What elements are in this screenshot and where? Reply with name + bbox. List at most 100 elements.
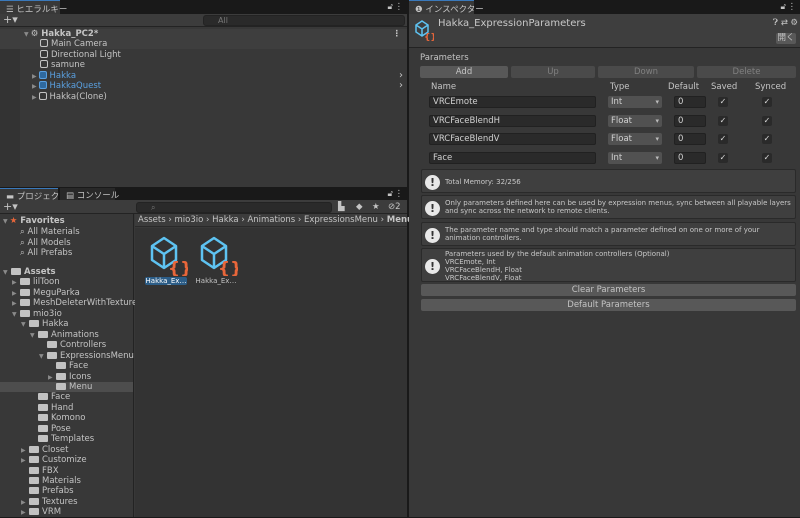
more-icon[interactable]: ⋮ — [395, 189, 404, 199]
scene-menu-icon[interactable]: ⋮ — [393, 29, 402, 39]
param-name-input[interactable]: Face — [429, 151, 596, 164]
lock-icon[interactable]: 🔓︎ — [780, 2, 786, 12]
chevron-right-icon[interactable]: › — [399, 81, 403, 91]
param-type-dropdown[interactable]: Int — [608, 96, 662, 108]
tab-project[interactable]: ▬ プロジェクト — [0, 188, 68, 202]
param-synced-checkbox[interactable]: ✓ — [762, 97, 772, 107]
folder-label: Animations — [51, 329, 99, 340]
tab-inspector[interactable]: ❶ インスペクター — [409, 0, 484, 15]
param-type-dropdown[interactable]: Int — [608, 151, 662, 164]
presets-icon[interactable]: ⇄ — [781, 18, 788, 28]
breadcrumb-item[interactable]: Animations — [247, 215, 295, 225]
breadcrumb-item[interactable]: mio3io — [174, 215, 203, 225]
scene-row[interactable]: ▼ ⚙ Hakka_PC2* ⋮ — [0, 29, 407, 39]
param-saved-checkbox[interactable]: ✓ — [718, 152, 728, 163]
favorite-item[interactable]: ⌕ All Materials — [0, 227, 133, 237]
up-button[interactable]: Up — [511, 66, 595, 78]
expand-arrow-icon[interactable]: ▶ — [32, 94, 39, 101]
param-name-input[interactable]: VRCFaceBlendV — [429, 133, 596, 145]
default-parameters-button[interactable]: Default Parameters — [421, 299, 796, 311]
folder-item[interactable]: Hand — [0, 403, 133, 413]
folder-item[interactable]: ▶ Icons — [0, 372, 133, 382]
folder-item[interactable]: ▼ Hakka — [0, 319, 133, 329]
folder-item[interactable]: ▼ Animations — [0, 330, 133, 340]
asset-item[interactable]: {}Hakka_Ex… — [195, 234, 241, 294]
param-type-dropdown[interactable]: Float — [608, 133, 662, 145]
folder-item[interactable]: ▶ Textures — [0, 497, 133, 507]
hierarchy-item[interactable]: Directional Light — [0, 49, 407, 60]
more-icon[interactable]: ⋮ — [395, 2, 404, 12]
hierarchy-item[interactable]: ▶ HakkaQuest › — [0, 81, 407, 92]
param-default-input[interactable]: 0 — [674, 96, 706, 108]
folder-item[interactable]: ▶ lilToon — [0, 277, 133, 287]
param-synced-checkbox[interactable]: ✓ — [762, 115, 772, 126]
chevron-right-icon[interactable]: › — [399, 70, 403, 81]
hierarchy-item[interactable]: ▶ Hakka › — [0, 70, 407, 81]
folder-item[interactable]: Menu — [0, 381, 133, 392]
add-button[interactable]: Add — [420, 66, 508, 78]
favorite-item[interactable]: ⌕ All Models — [0, 238, 133, 248]
param-default-input[interactable]: 0 — [674, 114, 706, 127]
folder-item[interactable]: Templates — [0, 434, 133, 444]
param-synced-checkbox[interactable]: ✓ — [762, 152, 772, 163]
more-icon[interactable]: ⋮ — [788, 2, 797, 12]
folder-item[interactable]: ▶ VRM — [0, 507, 133, 517]
favorite-star-icon[interactable]: ★ — [372, 202, 380, 212]
asset-item[interactable]: {}Hakka_Ex… — [145, 234, 191, 294]
folder-item[interactable]: ▶ Closet — [0, 445, 133, 455]
expand-arrow-icon[interactable]: ▶ — [32, 83, 39, 90]
project-search-input[interactable]: ⌕ — [136, 202, 332, 213]
folder-item[interactable]: Prefabs — [0, 486, 133, 496]
param-saved-checkbox[interactable]: ✓ — [718, 134, 728, 144]
param-name-input[interactable]: VRCEmote — [429, 96, 596, 108]
param-saved-checkbox[interactable]: ✓ — [718, 97, 728, 107]
open-button[interactable]: 開く — [776, 33, 796, 44]
folder-item[interactable]: ▶ Customize — [0, 455, 133, 465]
create-button[interactable]: +▾ — [3, 14, 18, 26]
expand-arrow-icon[interactable]: ▶ — [32, 73, 39, 80]
param-default-input[interactable]: 0 — [674, 133, 706, 145]
hierarchy-item[interactable]: Main Camera — [0, 39, 407, 49]
folder-label: Controllers — [60, 340, 107, 351]
folder-label: lilToon — [33, 277, 60, 288]
create-button[interactable]: +▾ — [3, 200, 18, 213]
down-button[interactable]: Down — [598, 66, 694, 78]
filter-type-icon[interactable]: ▙ — [338, 202, 345, 212]
param-synced-checkbox[interactable]: ✓ — [762, 134, 772, 144]
folder-item[interactable]: Face — [0, 392, 133, 402]
param-name-input[interactable]: VRCFaceBlendH — [429, 114, 596, 127]
tab-hierarchy[interactable]: ☰ ヒエラルキー — [0, 0, 67, 15]
param-type-dropdown[interactable]: Float — [608, 114, 662, 127]
help-icon[interactable]: ❓︎ — [773, 18, 778, 28]
favorite-item[interactable]: ⌕ All Prefabs — [0, 248, 133, 258]
folder-item[interactable]: ▶ MeshDeleterWithTexture — [0, 298, 137, 308]
param-saved-checkbox[interactable]: ✓ — [718, 115, 728, 126]
lock-icon[interactable]: 🔓︎ — [387, 2, 393, 12]
folder-item[interactable]: ▼ ExpressionsMenu — [0, 351, 134, 361]
folder-item[interactable]: ▶ MeguParka — [0, 288, 133, 298]
breadcrumb-item[interactable]: ExpressionsMenu — [304, 215, 378, 225]
settings-icon[interactable]: ⚙ — [790, 18, 798, 28]
hierarchy-item[interactable]: ▶ Hakka(Clone) — [0, 91, 407, 102]
filter-label-icon[interactable]: ◆ — [356, 202, 363, 212]
breadcrumb-item[interactable]: Hakka — [212, 215, 239, 225]
folder-item[interactable]: Pose — [0, 424, 133, 434]
folder-item[interactable]: ▼ Assets — [0, 267, 133, 277]
prefab-icon — [38, 81, 47, 89]
param-default-input[interactable]: 0 — [674, 151, 706, 164]
folder-item[interactable]: Komono — [0, 413, 133, 423]
favorites-header[interactable]: ▼ ★ Favorites — [0, 216, 133, 226]
folder-item[interactable]: Controllers — [0, 340, 133, 350]
folder-item[interactable]: ▼ mio3io — [0, 309, 133, 319]
hierarchy-search-input[interactable]: All — [203, 15, 405, 26]
tab-console[interactable]: ▤ コンソール — [60, 188, 119, 201]
clear-parameters-button[interactable]: Clear Parameters — [421, 284, 796, 296]
folder-item[interactable]: FBX — [0, 466, 133, 476]
folder-item[interactable]: Face — [0, 361, 133, 371]
delete-button[interactable]: Delete — [697, 66, 796, 78]
folder-item[interactable]: Materials — [0, 476, 133, 486]
breadcrumb-item[interactable]: Assets — [138, 215, 166, 225]
hidden-packages-icon[interactable]: ⊘2 — [388, 202, 401, 212]
hierarchy-item[interactable]: samune — [0, 60, 407, 70]
lock-icon[interactable]: 🔓︎ — [387, 189, 393, 199]
